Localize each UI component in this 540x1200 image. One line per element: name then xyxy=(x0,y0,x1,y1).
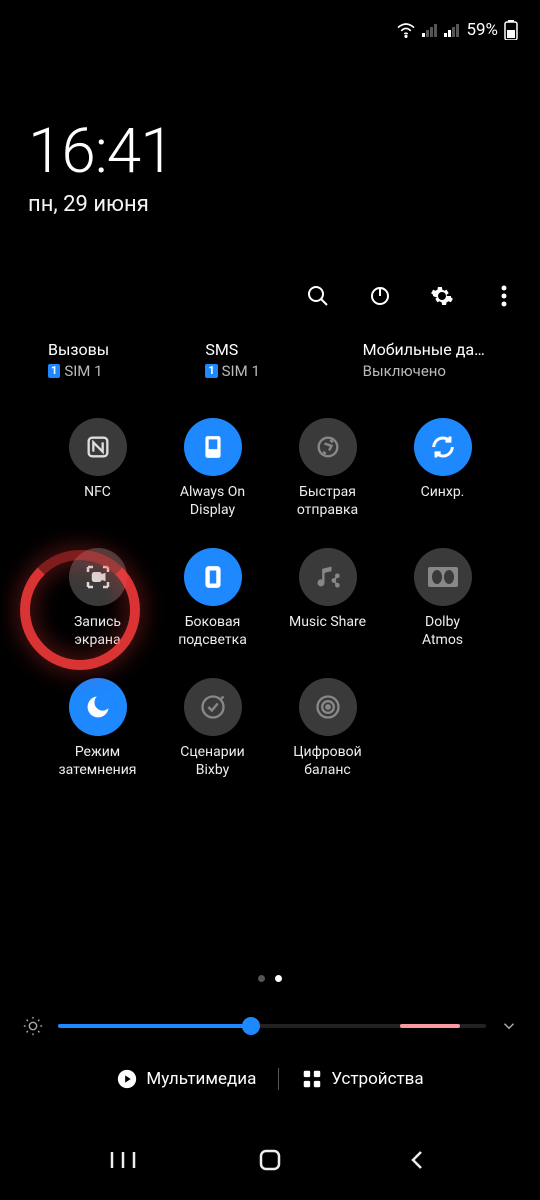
toggle-nfc[interactable]: NFC xyxy=(40,418,155,520)
toggle-dark-mode[interactable]: Режимзатемнения xyxy=(40,678,155,780)
more-button[interactable] xyxy=(488,280,520,312)
edge-lighting-icon xyxy=(184,548,242,606)
screen-record-icon xyxy=(69,548,127,606)
action-row xyxy=(302,280,520,312)
toggle-digital-wellbeing[interactable]: Цифровойбаланс xyxy=(270,678,385,780)
connectivity-row: Вызовы 1 SIM 1 SMS 1 SIM 1 Мобильные да…… xyxy=(48,340,520,380)
quick-settings-grid: NFC Always OnDisplay Быстраяотправка Син… xyxy=(40,418,500,780)
sync-icon xyxy=(414,418,472,476)
nav-home-button[interactable] xyxy=(255,1145,285,1175)
mobile-data-tile[interactable]: Мобильные да… Выключено xyxy=(363,340,520,380)
sim-badge: 1 xyxy=(48,364,60,378)
wifi-icon xyxy=(396,22,416,38)
media-label: Мультимедиа xyxy=(146,1069,256,1089)
toggle-quick-share[interactable]: Быстраяотправка xyxy=(270,418,385,520)
nav-recents-button[interactable] xyxy=(108,1145,138,1175)
bottom-controls: Мультимедиа Устройства xyxy=(0,1068,540,1090)
wellbeing-icon xyxy=(299,678,357,736)
toggle-music-share[interactable]: Music Share xyxy=(270,548,385,650)
calls-tile[interactable]: Вызовы 1 SIM 1 xyxy=(48,340,205,380)
search-button[interactable] xyxy=(302,280,334,312)
nav-back-button[interactable] xyxy=(402,1145,432,1175)
brightness-track[interactable] xyxy=(58,1024,486,1028)
signal-icon-2 xyxy=(444,23,460,37)
aod-icon xyxy=(184,418,242,476)
battery-text: 59% xyxy=(466,20,498,40)
calls-sim-text: SIM 1 xyxy=(64,362,102,380)
toggle-edge-lighting[interactable]: Боковаяподсветка xyxy=(155,548,270,650)
brightness-fill xyxy=(58,1024,251,1028)
brightness-thumb[interactable] xyxy=(242,1017,260,1035)
clock-time: 16:41 xyxy=(28,115,174,188)
mobile-data-label: Мобильные да… xyxy=(363,340,520,359)
page-indicator[interactable] xyxy=(0,975,540,982)
sms-label: SMS xyxy=(205,340,362,359)
power-button[interactable] xyxy=(364,280,396,312)
toggle-bixby-routines[interactable]: СценарииBixby xyxy=(155,678,270,780)
toggle-always-on-display[interactable]: Always OnDisplay xyxy=(155,418,270,520)
calls-label: Вызовы xyxy=(48,340,205,359)
signal-icon-1 xyxy=(422,23,438,37)
devices-label: Устройства xyxy=(331,1069,423,1089)
brightness-extra-range xyxy=(400,1024,460,1028)
sms-tile[interactable]: SMS 1 SIM 1 xyxy=(205,340,362,380)
devices-button[interactable]: Устройства xyxy=(301,1068,423,1090)
clock-block: 16:41 пн, 29 июня xyxy=(28,115,174,217)
toggle-sync[interactable]: Синхр. xyxy=(385,418,500,520)
mobile-data-sub: Выключено xyxy=(363,362,520,380)
quick-share-icon xyxy=(299,418,357,476)
clock-date: пн, 29 июня xyxy=(28,192,174,217)
sms-sim-text: SIM 1 xyxy=(222,362,260,380)
nfc-icon xyxy=(69,418,127,476)
settings-button[interactable] xyxy=(426,280,458,312)
dolby-icon xyxy=(414,548,472,606)
toggle-screen-record[interactable]: Записьэкрана xyxy=(40,548,155,650)
page-dot-1 xyxy=(258,975,265,982)
media-button[interactable]: Мультимедиа xyxy=(116,1068,256,1090)
page-dot-2 xyxy=(275,975,282,982)
separator xyxy=(278,1068,279,1090)
battery-icon xyxy=(504,20,518,40)
status-bar: 59% xyxy=(0,0,540,60)
brightness-expand-button[interactable] xyxy=(500,1017,518,1035)
brightness-slider[interactable] xyxy=(22,1015,518,1037)
moon-icon xyxy=(69,678,127,736)
brightness-icon xyxy=(22,1015,44,1037)
navigation-bar xyxy=(0,1132,540,1200)
toggle-dolby-atmos[interactable]: DolbyAtmos xyxy=(385,548,500,650)
bixby-routines-icon xyxy=(184,678,242,736)
sim-badge: 1 xyxy=(205,364,217,378)
music-share-icon xyxy=(299,548,357,606)
